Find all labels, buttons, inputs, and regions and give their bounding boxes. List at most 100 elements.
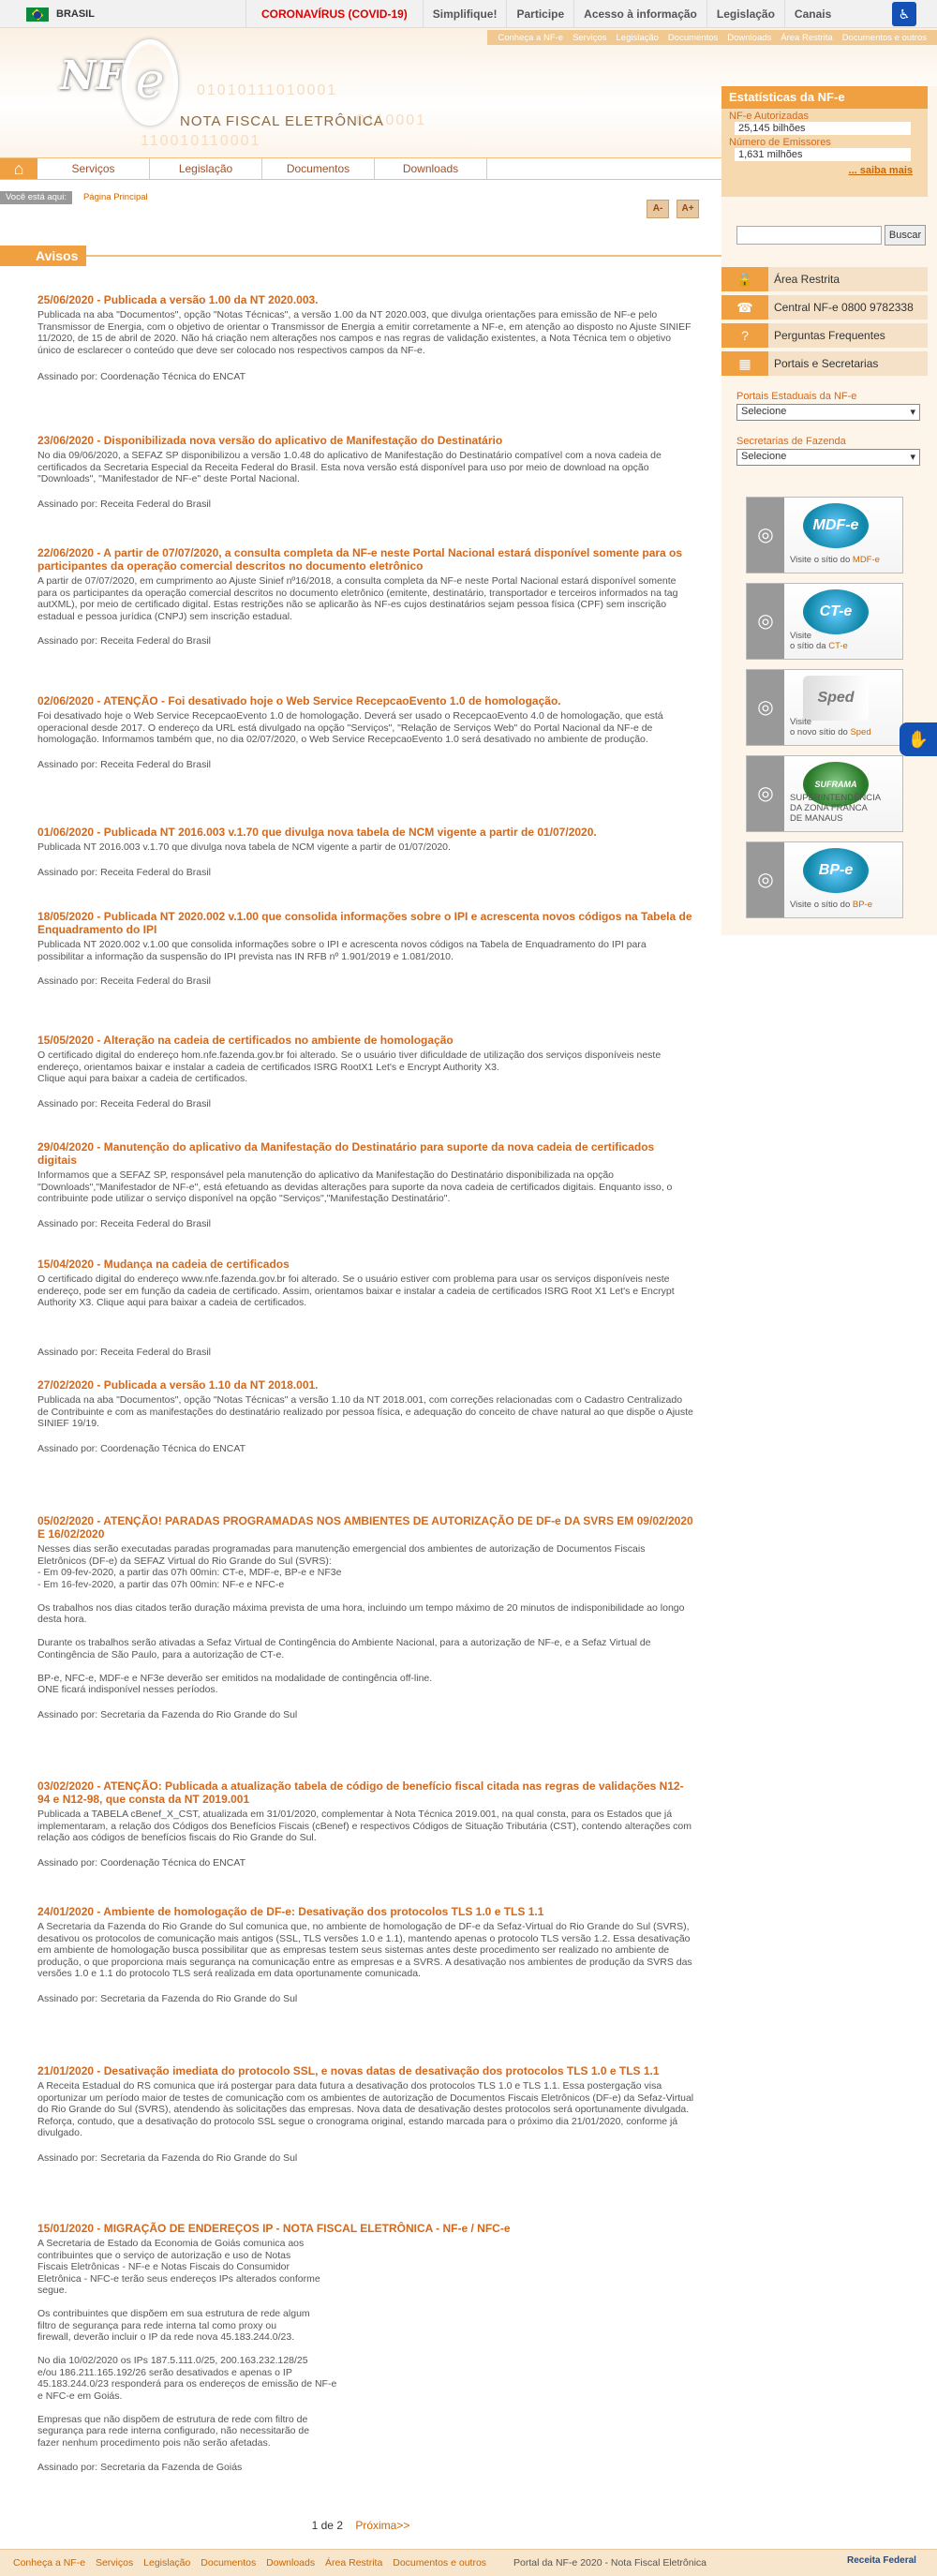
news-signature: Assinado por: Receita Federal do Brasil — [37, 975, 212, 987]
side-button-label: Central NF-e 0800 9782338 — [774, 301, 914, 314]
footer-link[interactable]: Downloads — [266, 2557, 315, 2569]
banner-suframa[interactable]: ◎ SUFRAMA SUPERINTENDÊNCIA DA ZONA FRANCA … — [746, 755, 903, 832]
top-nav-item[interactable]: Conheça a NF-e — [498, 33, 563, 43]
select-portais[interactable]: Selecione — [736, 404, 920, 421]
footer-link[interactable]: Documentos — [201, 2557, 256, 2569]
vlibras-hand-icon[interactable]: ✋ — [900, 722, 937, 756]
banner-link[interactable]: BP-e — [853, 900, 872, 910]
search-button[interactable]: Buscar — [885, 225, 926, 246]
news-title[interactable]: 23/06/2020 - Disponibilizada nova versão… — [37, 434, 695, 447]
banner-link[interactable]: MDF-e — [853, 555, 880, 565]
news-title[interactable]: 27/02/2020 - Publicada a versão 1.10 da … — [37, 1378, 695, 1392]
news-item: 01/06/2020 - Publicada NT 2016.003 v.1.7… — [37, 826, 695, 878]
banner-link[interactable]: CT-e — [828, 641, 848, 651]
globe-icon: ◎ — [747, 498, 784, 573]
font-increase-button[interactable]: A+ — [677, 200, 699, 218]
stats-more-link[interactable]: ... saiba mais — [721, 161, 928, 180]
next-page-link[interactable]: Próxima>> — [355, 2519, 409, 2532]
question-icon: ? — [721, 323, 768, 348]
news-title[interactable]: 25/06/2020 - Publicada a versão 1.00 da … — [37, 293, 695, 306]
gov-link-acesso[interactable]: Acesso à informação — [573, 0, 706, 28]
footer-link[interactable]: Documentos e outros — [393, 2557, 486, 2569]
news-title[interactable]: 21/01/2020 - Desativação imediata do pro… — [37, 2064, 695, 2077]
news-title[interactable]: 29/04/2020 - Manutenção do aplicativo da… — [37, 1140, 695, 1167]
lock-icon: 🔒 — [721, 267, 768, 291]
news-signature: Assinado por: Coordenação Técnica do ENC… — [37, 1442, 245, 1454]
side-button-label: Perguntas Frequentes — [774, 329, 885, 342]
side-button-label: Área Restrita — [774, 273, 840, 286]
stats-issuers-value: 1,631 milhões — [735, 148, 911, 161]
banner-link[interactable]: Sped — [850, 727, 870, 737]
globe-icon: ◎ — [747, 584, 784, 659]
top-nav-item[interactable]: Downloads — [727, 33, 771, 43]
side-button-central[interactable]: ☎ Central NF-e 0800 9782338 — [721, 295, 928, 320]
news-title[interactable]: 05/02/2020 - ATENÇÃO! PARADAS PROGRAMADA… — [37, 1514, 695, 1541]
news-signature: Assinado por: Receita Federal do Brasil — [37, 866, 212, 878]
news-item: 21/01/2020 - Desativação imediata do pro… — [37, 2064, 695, 2164]
news-body: O certificado digital do endereço hom.nf… — [37, 1050, 662, 1084]
top-nav-item[interactable]: Documentos — [668, 33, 718, 43]
banner-cte[interactable]: ◎ CT-e Visite o sítio da CT-e — [746, 583, 903, 660]
banner-sped[interactable]: ◎ Sped Visite o novo sítio do Sped — [746, 669, 903, 746]
news-title[interactable]: 15/04/2020 - Mudança na cadeia de certif… — [37, 1258, 695, 1271]
news-title[interactable]: 02/06/2020 - ATENÇÃO - Foi desativado ho… — [37, 694, 695, 707]
main-nav-servicos[interactable]: Serviços — [37, 158, 150, 179]
news-item: 27/02/2020 - Publicada a versão 1.10 da … — [37, 1378, 695, 1454]
news-item: 15/04/2020 - Mudança na cadeia de certif… — [37, 1258, 695, 1358]
top-nav-item[interactable]: Área Restrita — [781, 33, 832, 43]
news-title[interactable]: 15/05/2020 - Alteração na cadeia de cert… — [37, 1034, 695, 1047]
main-nav-legislacao[interactable]: Legislação — [150, 158, 262, 179]
banner-caption: Visite o sítio do — [790, 900, 851, 910]
top-nav-item[interactable]: Legislação — [617, 33, 659, 43]
stats-authorized-value: 25,145 bilhões — [735, 122, 911, 135]
news-title[interactable]: 15/01/2020 - MIGRAÇÃO DE ENDEREÇOS IP - … — [37, 2222, 695, 2235]
main-nav-documentos[interactable]: Documentos — [262, 158, 375, 179]
banner-caption: Visite o sítio do — [790, 555, 851, 565]
side-button-faq[interactable]: ? Perguntas Frequentes — [721, 323, 928, 348]
top-nav-item[interactable]: Serviços — [573, 33, 606, 43]
section-title: Avisos — [0, 246, 86, 266]
news-title[interactable]: 18/05/2020 - Publicada NT 2020.002 v.1.0… — [37, 910, 695, 936]
main-nav-downloads[interactable]: Downloads — [375, 158, 487, 179]
receita-federal-logo[interactable]: Receita Federal — [847, 2555, 916, 2566]
footer-link[interactable]: Área Restrita — [325, 2557, 382, 2569]
news-title[interactable]: 22/06/2020 - A partir de 07/07/2020, a c… — [37, 546, 695, 573]
gov-link-participe[interactable]: Participe — [506, 0, 573, 28]
gov-link-canais[interactable]: Canais — [783, 0, 840, 28]
gov-link-simplifique[interactable]: Simplifique! — [422, 0, 507, 28]
banner-text: Visite o sítio do BP-e — [790, 900, 872, 910]
top-nav-item[interactable]: Documentos e outros — [842, 33, 927, 43]
side-button-area-restrita[interactable]: 🔒 Área Restrita — [721, 267, 928, 291]
news-body: A Secretaria de Estado da Economia de Go… — [37, 2238, 337, 2449]
banner-bpe[interactable]: ◎ BP-e Visite o sítio do BP-e — [746, 841, 903, 918]
news-title[interactable]: 01/06/2020 - Publicada NT 2016.003 v.1.7… — [37, 826, 695, 839]
accessibility-icon[interactable]: ♿ — [892, 2, 916, 26]
footer-link[interactable]: Conheça a NF-e — [13, 2557, 85, 2569]
news-body: Publicada NT 2016.003 v.1.70 que divulga… — [37, 841, 451, 853]
news-body: Nesses dias serão executadas paradas pro… — [37, 1543, 685, 1695]
gov-link-legislacao[interactable]: Legislação — [706, 0, 784, 28]
news-item: 15/01/2020 - MIGRAÇÃO DE ENDEREÇOS IP - … — [37, 2222, 695, 2473]
home-icon[interactable]: ⌂ — [0, 158, 37, 179]
news-title[interactable]: 03/02/2020 - ATENÇÃO: Publicada a atuali… — [37, 1779, 695, 1806]
gov-country[interactable]: BRASIL — [56, 8, 95, 20]
breadcrumb-page[interactable]: Página Principal — [72, 191, 159, 204]
gov-link-covid[interactable]: CORONAVÍRUS (COVID-19) — [245, 0, 423, 28]
footer-link[interactable]: Legislação — [143, 2557, 190, 2569]
banner-caption: Visite o novo sítio do — [790, 717, 848, 737]
font-decrease-button[interactable]: A- — [647, 200, 669, 218]
banner-mdfe[interactable]: ◎ MDF-e Visite o sítio do MDF-e — [746, 497, 903, 573]
select-secretarias[interactable]: Selecione — [736, 449, 920, 466]
news-body: A Secretaria da Fazenda do Rio Grande do… — [37, 1921, 692, 1979]
side-button-portais[interactable]: ▦ Portais e Secretarias — [721, 351, 928, 376]
news-body: Informamos que a SEFAZ SP, responsável p… — [37, 1169, 673, 1204]
news-title[interactable]: 24/01/2020 - Ambiente de homologação de … — [37, 1905, 695, 1918]
side-button-label: Portais e Secretarias — [774, 357, 879, 370]
nfe-logo[interactable]: NF e — [60, 39, 178, 131]
footer-link[interactable]: Serviços — [96, 2557, 133, 2569]
banner-text: Visite o novo sítio do Sped — [790, 717, 871, 737]
banner-text: Visite o sítio da CT-e — [790, 631, 848, 651]
search-input[interactable] — [736, 226, 882, 245]
banner-text: Visite o sítio do MDF-e — [790, 555, 880, 565]
news-body: A partir de 07/07/2020, em cumprimento a… — [37, 575, 678, 622]
